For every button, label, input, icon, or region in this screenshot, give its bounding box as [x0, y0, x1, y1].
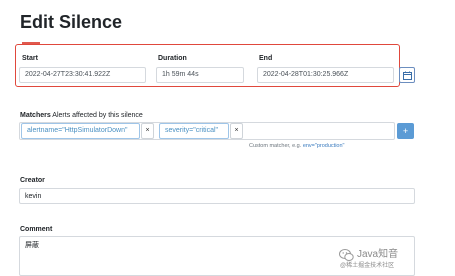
matchers-description: Alerts affected by this silence — [52, 112, 143, 119]
matcher-chip-alertname[interactable]: alertname="HttpSimulatorDown" — [21, 123, 140, 139]
start-input[interactable]: 2022-04-27T23:30:41.922Z — [19, 67, 146, 83]
comment-label: Comment — [20, 226, 53, 233]
matcher-remove-button[interactable]: × — [230, 123, 243, 139]
hint-prefix: Custom matcher, e.g. — [249, 143, 302, 149]
duration-label: Duration — [158, 55, 187, 62]
calendar-button[interactable] — [399, 67, 415, 83]
matcher-remove-button[interactable]: × — [141, 123, 154, 139]
matchers-label: Matchers — [20, 112, 51, 119]
wechat-icon — [339, 249, 354, 261]
comment-textarea[interactable]: 屏蔽 — [19, 236, 415, 276]
page-title: Edit Silence — [20, 12, 123, 32]
end-input[interactable]: 2022-04-28T01:30:25.966Z — [257, 67, 394, 83]
matcher-chip-severity[interactable]: severity="critical" — [159, 123, 229, 139]
calendar-icon — [403, 71, 412, 80]
creator-label: Creator — [20, 177, 45, 184]
creator-input[interactable]: kevin — [19, 188, 415, 204]
add-matcher-button[interactable]: + — [397, 123, 414, 139]
watermark-subtext: @稀土掘金技术社区 — [340, 263, 395, 269]
watermark: Java知音 — [357, 249, 398, 261]
matchers-heading: Matchers Alerts affected by this silence — [20, 111, 143, 120]
plus-icon: + — [402, 126, 409, 136]
watermark-text: Java知音 — [357, 249, 399, 260]
end-label: End — [259, 55, 273, 62]
hint-example: env="production" — [302, 143, 345, 149]
matcher-hint: Custom matcher, e.g. env="production" — [249, 143, 344, 150]
start-label: Start — [22, 55, 38, 62]
duration-input[interactable]: 1h 59m 44s — [156, 67, 244, 83]
